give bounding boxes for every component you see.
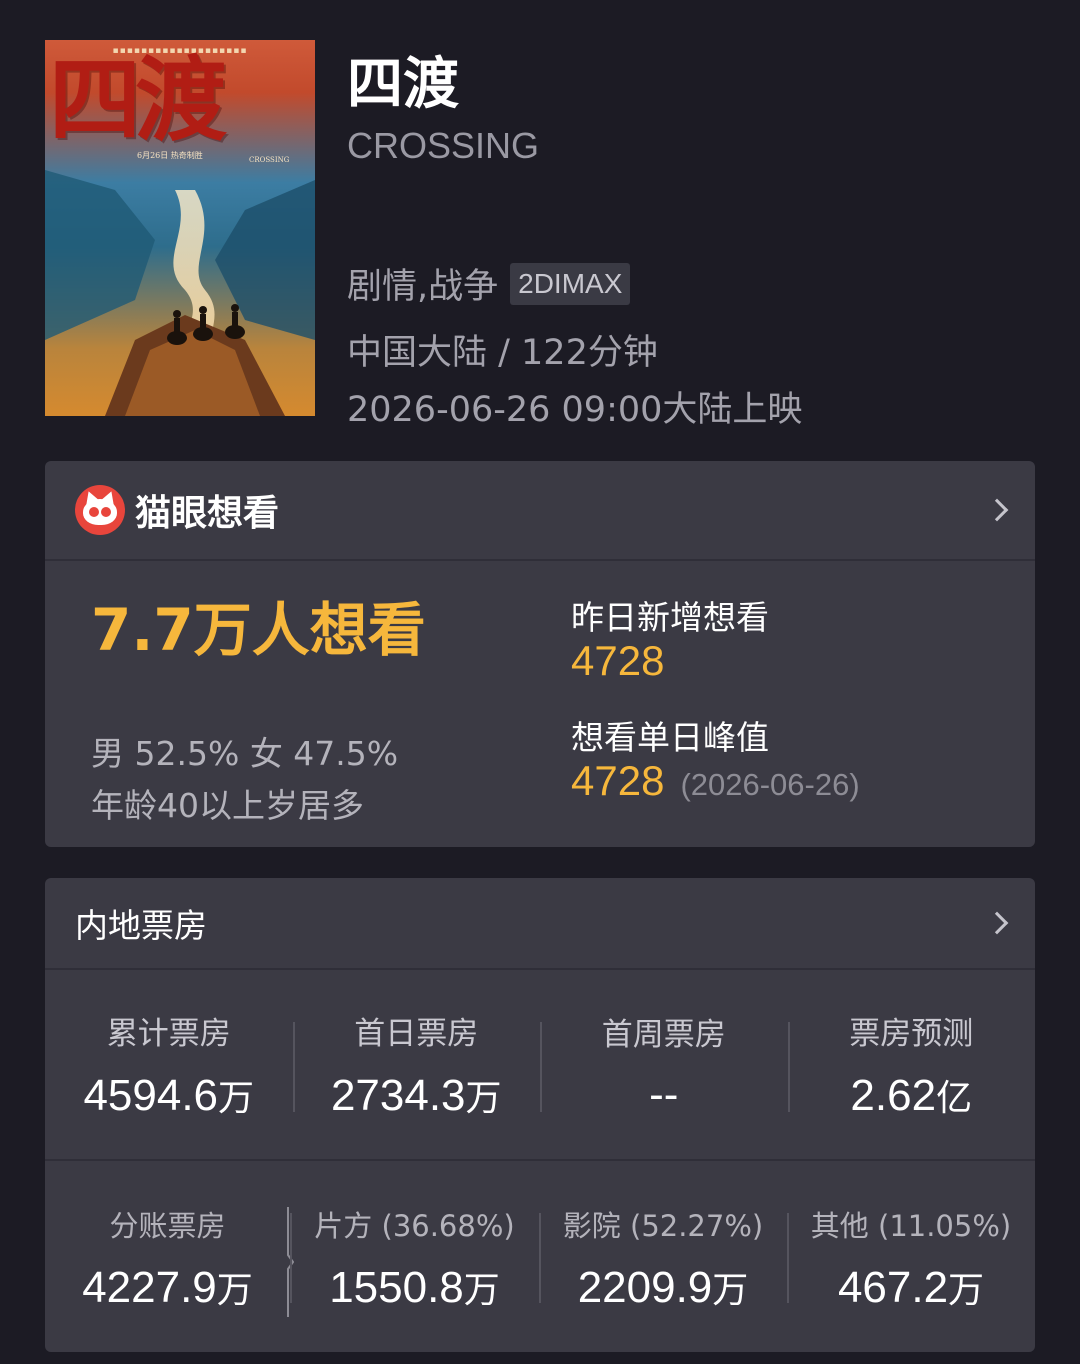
- box-stat-cumulative: 累计票房 4594.6万: [45, 970, 293, 1159]
- box-stat-label: 首日票房: [354, 1016, 479, 1052]
- peak-row: 4728 (2026-06-26): [571, 757, 860, 805]
- box-stat-value: 4594.6万: [83, 1071, 255, 1120]
- box-stat-label: 片方 (36.68%): [314, 1208, 515, 1243]
- box-stat-label: 影院 (52.27%): [562, 1208, 764, 1243]
- yesterday-new-label: 昨日新增想看: [571, 598, 769, 637]
- box-stat-value: 2.62亿: [850, 1071, 973, 1120]
- wish-gender-ratio: 男 52.5% 女 47.5%: [91, 734, 399, 773]
- poster-english-text: CROSSING: [249, 156, 290, 164]
- poster-title-art: 四渡: [49, 46, 227, 154]
- movie-genre: 剧情,战争: [347, 267, 499, 307]
- box-stat-value: 2734.3万: [330, 1071, 502, 1120]
- box-stat-value: 467.2万: [837, 1262, 985, 1312]
- box-stat-forecast: 票房预测 2.62亿: [787, 970, 1036, 1159]
- box-stat-label: 首周票房: [601, 1017, 726, 1053]
- wish-card-header[interactable]: 猫眼想看: [45, 461, 1035, 561]
- movie-poster[interactable]: ▪▪▪▪▪▪▪▪▪▪▪▪▪▪▪▪▪▪▪ 四渡 6月26日 热奇制胜 CROSSI…: [45, 40, 315, 416]
- box-stat-label: 票房预测: [849, 1016, 974, 1052]
- box-office-card: 内地票房 累计票房 4594.6万 首日票房 2734.3万 首周票房 -- 票…: [45, 878, 1035, 1352]
- format-badge: 2DIMAX: [510, 262, 631, 305]
- peak-value: 4728: [571, 757, 665, 804]
- chevron-right-icon[interactable]: [985, 911, 1009, 935]
- box-stat-first-week: 首周票房 --: [540, 970, 788, 1159]
- poster-date-text: 6月26日 热奇制胜: [137, 151, 203, 160]
- movie-english-title: CROSSING: [347, 125, 540, 166]
- box-split-producer: 片方 (36.68%) 1550.8万: [290, 1163, 539, 1352]
- box-split-total: 分账票房 4227.9万: [45, 1163, 294, 1352]
- box-office-summary-row: 累计票房 4594.6万 首日票房 2734.3万 首周票房 -- 票房预测 2…: [45, 970, 1035, 1161]
- box-stat-label: 分账票房: [109, 1208, 226, 1243]
- box-split-other: 其他 (11.05%) 467.2万: [787, 1163, 1035, 1352]
- box-office-header[interactable]: 内地票房: [45, 878, 1035, 970]
- movie-title: 四渡: [347, 52, 459, 117]
- movie-genre-row: 剧情,战争 2DIMAX: [347, 258, 631, 309]
- wish-total: 7.7万人想看: [91, 596, 426, 664]
- box-stat-label: 其他 (11.05%): [810, 1208, 1012, 1243]
- movie-release-date: 2026-06-26 09:00大陆上映: [347, 390, 803, 430]
- box-stat-label: 累计票房: [106, 1016, 231, 1052]
- box-stat-value: 4227.9万: [82, 1262, 253, 1312]
- chevron-right-icon[interactable]: [985, 498, 1009, 522]
- movie-region-runtime: 中国大陆 / 122分钟: [347, 333, 658, 373]
- box-split-cinema: 影院 (52.27%) 2209.9万: [539, 1163, 787, 1352]
- box-office-title: 内地票房: [75, 906, 207, 945]
- box-stat-first-day: 首日票房 2734.3万: [292, 970, 541, 1159]
- maoyan-cat-icon: [75, 485, 125, 535]
- box-stat-value: --: [649, 1070, 679, 1119]
- wish-card: 猫眼想看 7.7万人想看 男 52.5% 女 47.5% 年龄40以上岁居多 昨…: [45, 461, 1035, 847]
- box-stat-value: 1550.8万: [329, 1262, 500, 1312]
- box-office-split-row: 分账票房 4227.9万 片方 (36.68%) 1550.8万 影院 (52.…: [45, 1163, 1035, 1352]
- box-stat-value: 2209.9万: [577, 1262, 749, 1312]
- peak-date: (2026-06-26): [680, 767, 860, 802]
- yesterday-new-value: 4728: [571, 637, 665, 684]
- wish-brand-title: 猫眼想看: [135, 493, 280, 534]
- peak-label: 想看单日峰值: [571, 718, 769, 757]
- wish-age-note: 年龄40以上岁居多: [91, 786, 364, 825]
